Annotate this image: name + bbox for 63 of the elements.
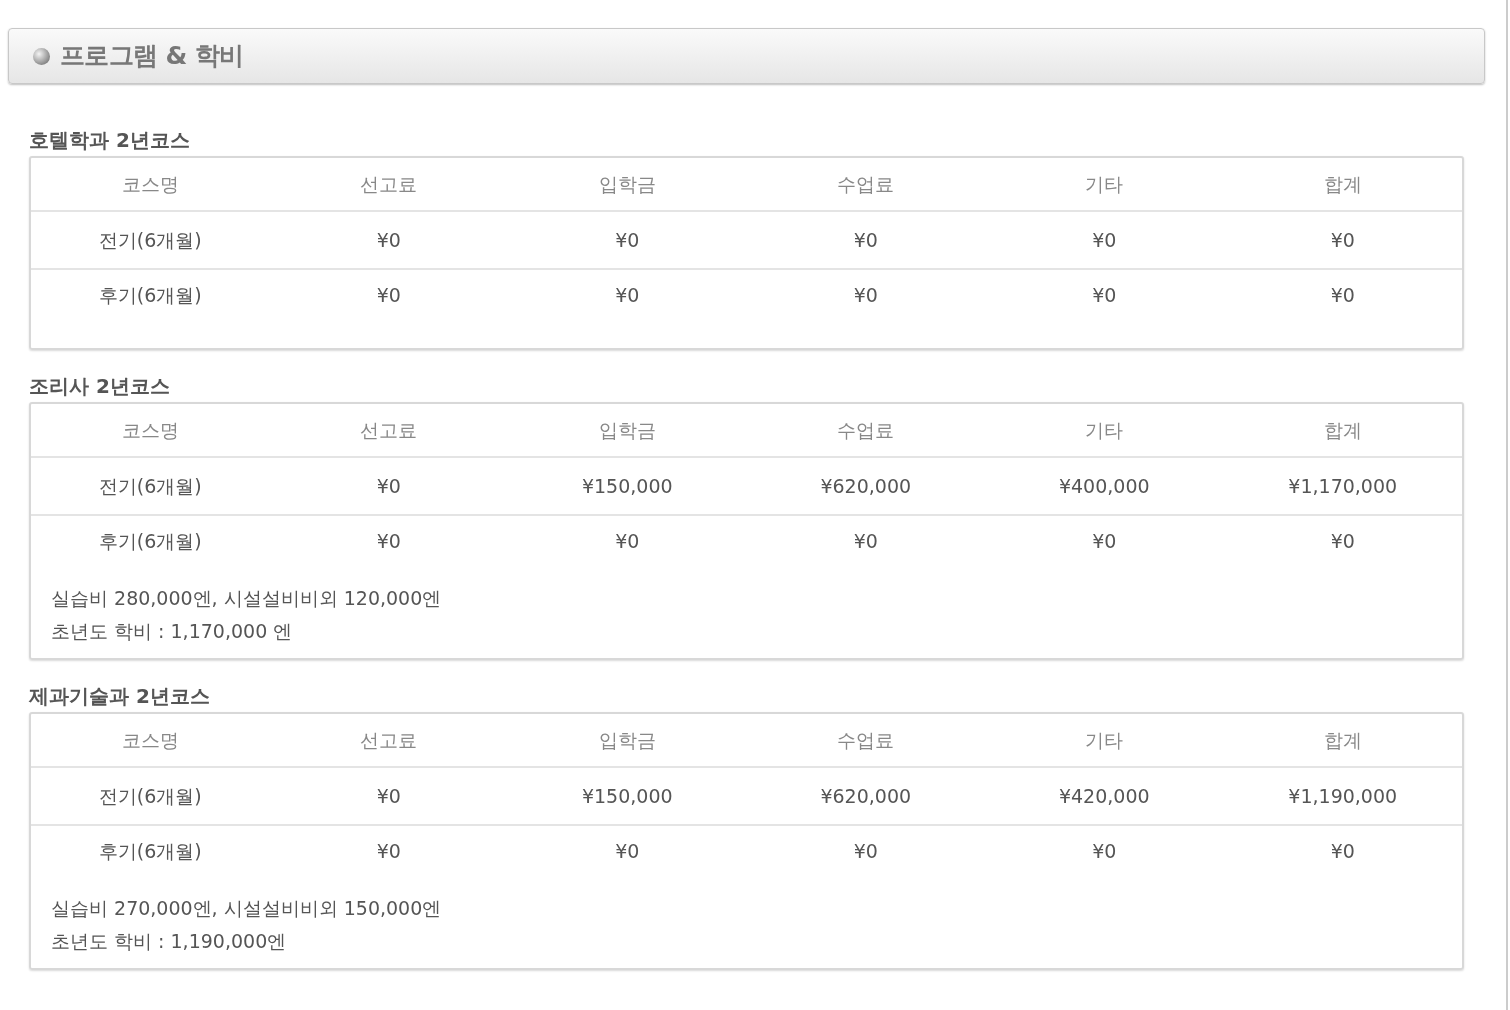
table-cell-text: 전기(6개월) [97, 227, 203, 253]
column-header: 합계 [1322, 171, 1363, 197]
page-title: 프로그램 & 학비 [60, 40, 244, 73]
section-title: 조리사 2년코스 [29, 373, 171, 400]
column-header: 합계 [1322, 727, 1363, 753]
table-cell-text: ¥0 [1329, 282, 1356, 308]
column-header: 기타 [1084, 727, 1125, 753]
table-cell-text: ¥1,170,000 [1287, 473, 1399, 499]
table-cell-text: ¥0 [614, 282, 641, 308]
table-cell-text: ¥400,000 [1057, 473, 1151, 499]
column-header: 코스명 [120, 417, 180, 443]
column-header: 선고료 [359, 171, 419, 197]
column-header: 수업료 [836, 727, 896, 753]
fee-note: 실습비 280,000엔, 시설설비비외 120,000엔 [51, 586, 443, 611]
table-cell-text: ¥0 [1091, 838, 1118, 864]
fee-note: 초년도 학비 : 1,170,000 엔 [51, 619, 294, 644]
table-cell-text: ¥0 [614, 227, 641, 253]
table-cell-text: ¥420,000 [1057, 783, 1151, 809]
bullet-icon [33, 47, 50, 65]
table-cell-text: ¥0 [1329, 227, 1356, 253]
table-cell-text: ¥0 [1091, 528, 1118, 554]
table-cell-text: ¥0 [375, 783, 402, 809]
table-cell-text: ¥0 [614, 528, 641, 554]
table-cell-text: 전기(6개월) [97, 783, 203, 809]
column-header: 수업료 [836, 417, 896, 443]
table-cell-text: ¥1,190,000 [1287, 783, 1399, 809]
table-cell-text: 후기(6개월) [97, 838, 203, 864]
table-cell-text: ¥0 [375, 227, 402, 253]
table-cell-text: ¥0 [1329, 838, 1356, 864]
column-header: 입학금 [597, 171, 657, 197]
column-header: 선고료 [359, 417, 419, 443]
table-cell-text: ¥0 [852, 838, 879, 864]
column-header: 합계 [1322, 417, 1363, 443]
table-cell-text: ¥0 [852, 227, 879, 253]
section-title: 호텔학과 2년코스 [29, 127, 191, 154]
table-cell-text: ¥0 [375, 528, 402, 554]
table-cell-text: 전기(6개월) [97, 473, 203, 499]
column-header: 기타 [1084, 417, 1125, 443]
column-header: 코스명 [120, 171, 180, 197]
column-header: 입학금 [597, 417, 657, 443]
table-cell-text: ¥620,000 [819, 783, 913, 809]
table-cell-text: ¥0 [1329, 528, 1356, 554]
table-cell-text: ¥0 [375, 282, 402, 308]
column-header: 선고료 [359, 727, 419, 753]
fee-note: 실습비 270,000엔, 시설설비비외 150,000엔 [51, 896, 443, 921]
table-cell-text: ¥0 [1091, 282, 1118, 308]
table-cell-text: ¥620,000 [819, 473, 913, 499]
section-title: 제과기술과 2년코스 [29, 683, 211, 710]
table-cell-text: 후기(6개월) [97, 528, 203, 554]
column-header: 입학금 [597, 727, 657, 753]
table-cell-text: ¥0 [375, 473, 402, 499]
table-cell-text: ¥150,000 [580, 473, 674, 499]
column-header: 코스명 [120, 727, 180, 753]
table-cell-text: ¥0 [375, 838, 402, 864]
table-cell-text: 후기(6개월) [97, 282, 203, 308]
column-header: 기타 [1084, 171, 1125, 197]
fee-note: 초년도 학비 : 1,190,000엔 [51, 929, 288, 954]
table-cell-text: ¥150,000 [580, 783, 674, 809]
table-cell-text: ¥0 [852, 282, 879, 308]
column-header: 수업료 [836, 171, 896, 197]
table-cell-text: ¥0 [614, 838, 641, 864]
table-cell-text: ¥0 [1091, 227, 1118, 253]
table-cell-text: ¥0 [852, 528, 879, 554]
